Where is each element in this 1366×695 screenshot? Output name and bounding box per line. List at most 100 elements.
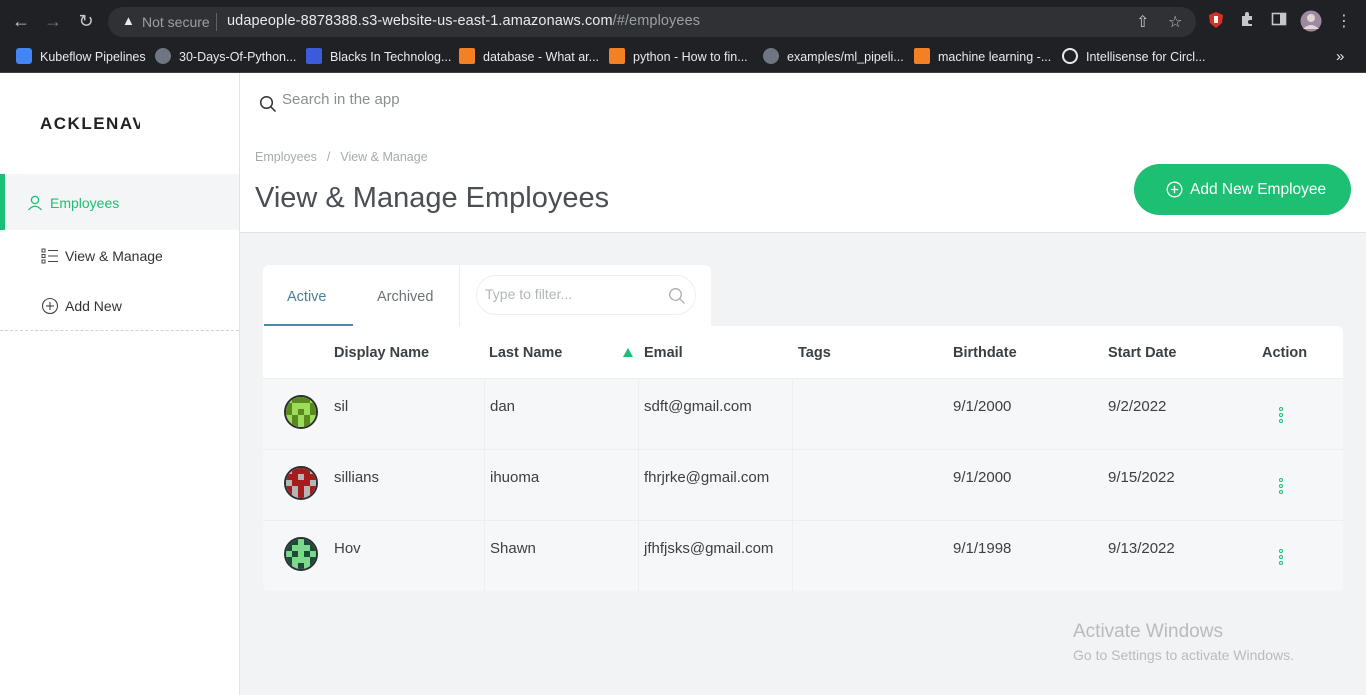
omnibox-separator [216, 13, 217, 31]
bookmark-python[interactable]: python - How to fin... [609, 46, 748, 68]
bookmarks-overflow-icon[interactable]: » [1336, 46, 1344, 68]
table-row[interactable]: sillians ihuoma fhrjrke@gmail.com 9/1/20… [263, 449, 1343, 520]
sidebar-item-label: Employees [50, 195, 120, 211]
menu-dots-icon[interactable]: ⋮ [1333, 11, 1355, 31]
browser-toolbar: ← → ↻ ▲ Not secure udapeople-8878388.s3-… [0, 0, 1366, 42]
page-title: View & Manage Employees [255, 182, 610, 214]
cell-last-name: Shawn [484, 521, 639, 591]
cell-start-date: 9/15/2022 [1108, 469, 1175, 486]
avatar [284, 537, 318, 571]
share-icon[interactable]: ⇧ [1136, 12, 1149, 32]
forward-arrow-icon[interactable]: → [42, 10, 64, 32]
kubeflow-icon [16, 48, 32, 64]
sidebar-divider [0, 330, 239, 331]
bookmark-intellisense[interactable]: Intellisense for Circl... [1062, 46, 1205, 68]
activate-windows-subtitle: Go to Settings to activate Windows. [1073, 647, 1294, 663]
column-header-action: Action [1262, 345, 1308, 361]
github-icon [763, 48, 779, 64]
row-actions-icon[interactable] [1279, 549, 1285, 567]
bookmark-examples[interactable]: examples/ml_pipeli... [763, 46, 904, 68]
cell-start-date: 9/13/2022 [1108, 540, 1175, 557]
search-icon[interactable] [668, 287, 686, 305]
tab-active[interactable]: Active [287, 289, 327, 305]
circleci-icon [1062, 48, 1078, 64]
sidebar-item-view-manage[interactable]: View & Manage [0, 227, 239, 283]
plus-circle-icon [41, 297, 59, 315]
cell-tags [792, 521, 947, 591]
table-row[interactable]: Hov Shawn jfhfjsks@gmail.com 9/1/1998 9/… [263, 520, 1343, 591]
bookmark-30-days[interactable]: 30-Days-Of-Python... [155, 46, 296, 68]
breadcrumb-employees[interactable]: Employees [255, 150, 317, 164]
add-button-label: Add New Employee [1190, 181, 1327, 198]
cell-email: jfhfjsks@gmail.com [638, 521, 793, 591]
bookmark-machine-learning[interactable]: machine learning -... [914, 46, 1051, 68]
cell-last-name: dan [484, 379, 639, 449]
row-actions-icon[interactable] [1279, 407, 1285, 425]
stackoverflow-icon [459, 48, 475, 64]
bit-icon [306, 48, 322, 64]
filter-input[interactable] [485, 286, 655, 302]
column-header-birthdate[interactable]: Birthdate [953, 345, 1017, 361]
star-icon[interactable]: ☆ [1168, 12, 1182, 32]
column-header-start-date[interactable]: Start Date [1108, 345, 1177, 361]
tab-archived[interactable]: Archived [377, 289, 433, 305]
sidebar-item-label: Add New [65, 298, 122, 314]
tabs-separator [459, 265, 460, 326]
warning-icon: ▲ [122, 13, 135, 28]
bookmark-label: Intellisense for Circl... [1086, 50, 1206, 64]
side-panel-icon[interactable] [1268, 11, 1290, 31]
bookmark-label: examples/ml_pipeli... [787, 50, 904, 64]
reload-icon[interactable]: ↻ [75, 10, 97, 32]
app-search-input[interactable] [282, 91, 582, 108]
cell-birthdate: 9/1/2000 [953, 469, 1012, 486]
bookmark-database[interactable]: database - What ar... [459, 46, 599, 68]
list-icon [41, 248, 58, 264]
column-header-email[interactable]: Email [644, 345, 683, 361]
activate-windows-title: Activate Windows [1073, 621, 1223, 642]
avatar [284, 395, 318, 429]
search-icon [259, 95, 277, 113]
bookmark-blacks-in-tech[interactable]: Blacks In Technolog... [306, 46, 451, 68]
bookmark-label: 30-Days-Of-Python... [179, 50, 297, 64]
table-filter [476, 275, 696, 315]
stackoverflow-icon [609, 48, 625, 64]
cell-tags [792, 450, 947, 520]
back-arrow-icon[interactable]: ← [10, 10, 32, 32]
sidebar-item-employees[interactable]: Employees [0, 174, 239, 230]
github-icon [155, 48, 171, 64]
cell-birthdate: 9/1/1998 [953, 540, 1012, 557]
security-label: Not secure [142, 14, 210, 30]
bookmark-kubeflow[interactable]: Kubeflow Pipelines [16, 46, 146, 68]
breadcrumb-separator: / [326, 150, 331, 164]
cell-display-name: Hov [334, 540, 361, 557]
cell-last-name: ihuoma [484, 450, 639, 520]
sidebar-item-add-new[interactable]: Add New [0, 277, 239, 333]
url-text[interactable]: udapeople-8878388.s3-website-us-east-1.a… [227, 13, 700, 29]
column-header-tags[interactable]: Tags [798, 345, 831, 361]
column-header-display-name[interactable]: Display Name [334, 345, 429, 361]
cell-display-name: sillians [334, 469, 380, 486]
profile-avatar[interactable] [1300, 10, 1322, 32]
cell-start-date: 9/2/2022 [1108, 398, 1167, 415]
employees-table: Display Name Last Name Email Tags Birthd… [263, 326, 1343, 591]
cell-tags [792, 379, 947, 449]
puzzle-icon[interactable] [1236, 11, 1258, 31]
sort-ascending-icon[interactable] [623, 348, 633, 357]
table-row[interactable]: sil dan sdft@gmail.com 9/1/2000 9/2/2022 [263, 378, 1343, 449]
column-header-last-name[interactable]: Last Name [489, 345, 562, 361]
bookmark-label: Blacks In Technolog... [330, 50, 452, 64]
user-icon [28, 195, 42, 211]
address-bar[interactable]: ▲ Not secure udapeople-8878388.s3-websit… [108, 7, 1196, 37]
url-path: /#/employees [612, 13, 701, 29]
stackoverflow-icon [914, 48, 930, 64]
tabs-bar: Active Archived [263, 265, 711, 326]
cell-email: fhrjrke@gmail.com [638, 450, 793, 520]
breadcrumb-view-manage[interactable]: View & Manage [340, 150, 427, 164]
row-actions-icon[interactable] [1279, 478, 1285, 496]
add-new-employee-button[interactable]: Add New Employee [1134, 164, 1351, 215]
plus-circle-icon [1166, 181, 1183, 198]
sidebar: ACKLENAVENUE Employees View & Manage Add… [0, 73, 240, 695]
avatar [284, 466, 318, 500]
extension-shield-icon[interactable] [1205, 11, 1227, 31]
bookmark-label: database - What ar... [483, 50, 600, 64]
